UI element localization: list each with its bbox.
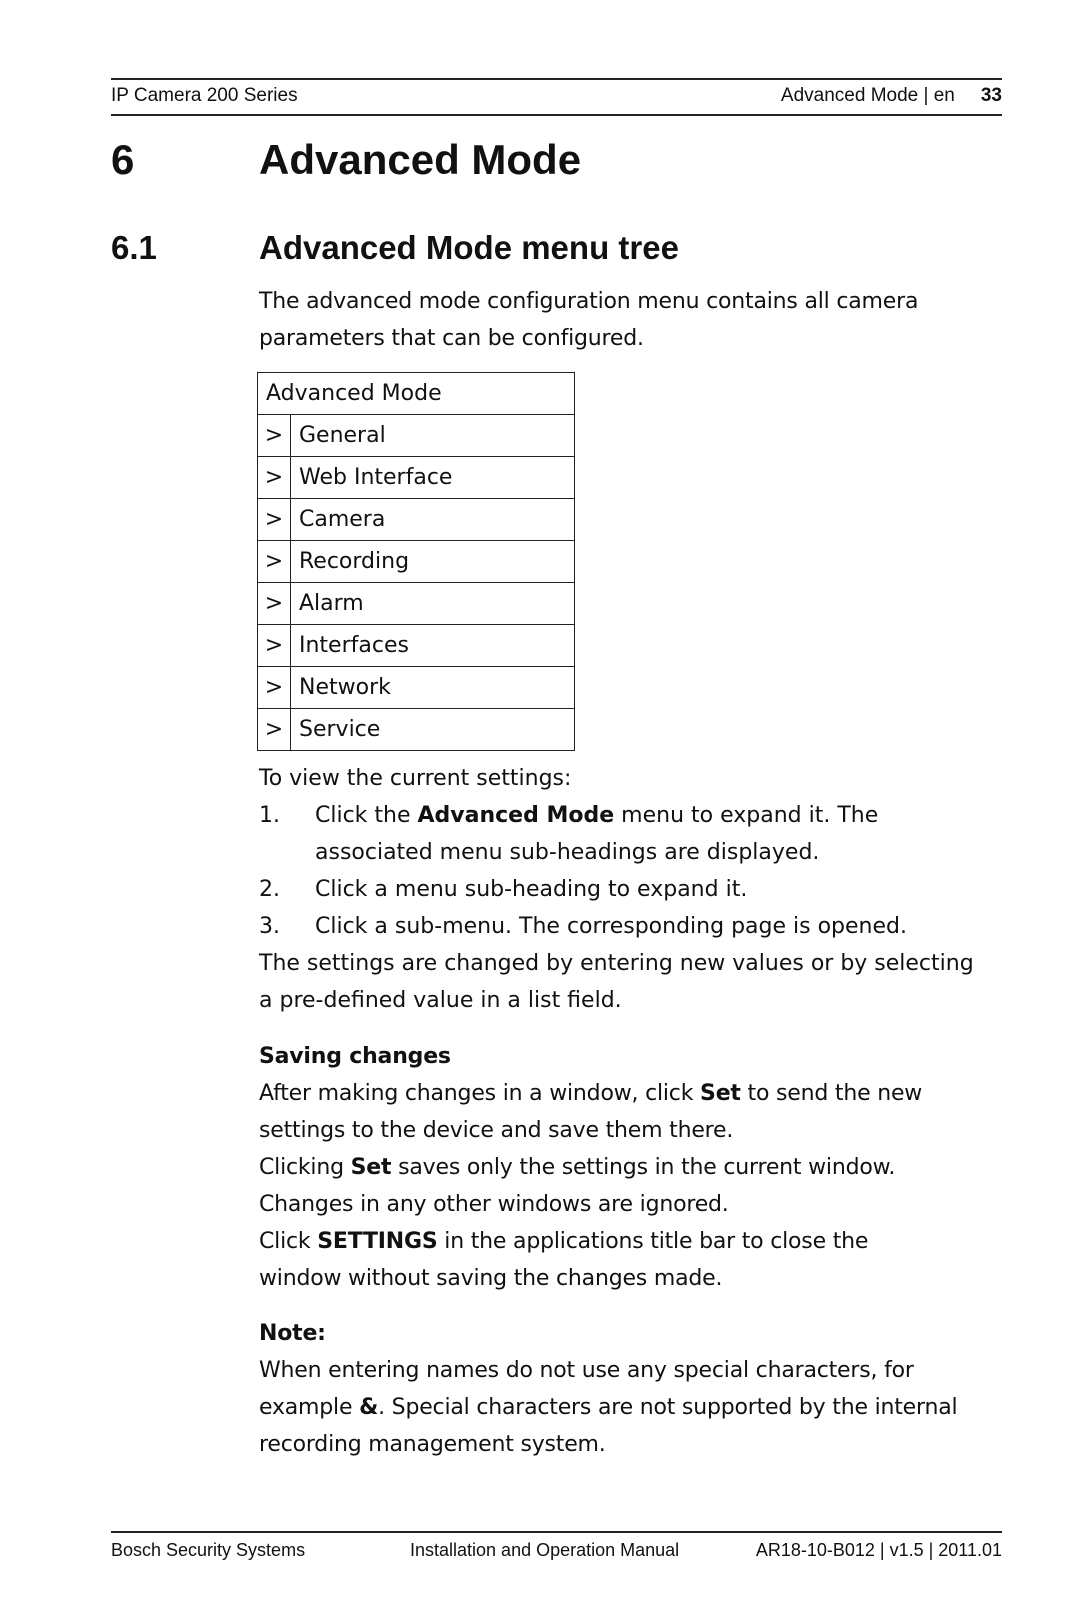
settings-change-line: The settings are changed by entering new… (259, 951, 974, 976)
ampersand-term: & (359, 1395, 379, 1420)
step-text: Click a sub-menu. The corresponding page… (315, 914, 907, 939)
view-settings-section: To view the current settings: 1. Click t… (259, 760, 1019, 1019)
step-item: 1. Click the Advanced Mode menu to expan… (259, 797, 1019, 871)
saving-text: Clicking (259, 1155, 351, 1180)
chapter-title: Advanced Mode (259, 136, 582, 183)
menu-tree-root: Advanced Mode (257, 372, 575, 415)
footer-doc-id: AR18-10-B012 | v1.5 | 2011.01 (755, 1540, 1002, 1560)
header-top-rule (111, 78, 1002, 80)
menu-tree-item: Interfaces (290, 624, 575, 667)
menu-tree-item: Service (290, 708, 575, 751)
footer-manual: Installation and Operation Manual (410, 1540, 680, 1560)
set-term: Set (700, 1081, 741, 1106)
step-number: 3. (259, 914, 280, 939)
intro-line: parameters that can be configured. (259, 326, 644, 351)
menu-tree-row: > Service (257, 708, 575, 751)
saving-line: settings to the device and save them the… (259, 1118, 734, 1143)
step-text: Click a menu sub-heading to expand it. (315, 877, 748, 902)
menu-tree-item: Camera (290, 498, 575, 541)
footer-rule (111, 1531, 1002, 1533)
page-header: IP Camera 200 Series Advanced Mode | en 3… (111, 81, 1002, 111)
intro-line: The advanced mode configuration menu con… (259, 289, 919, 314)
step-number: 1. (259, 803, 280, 828)
settings-term: SETTINGS (317, 1229, 438, 1254)
step-item: 3. Click a sub-menu. The corresponding p… (259, 908, 1019, 945)
saving-line: Changes in any other windows are ignored… (259, 1192, 729, 1217)
chevron-right-icon: > (257, 456, 291, 499)
settings-change-line: a pre-defined value in a list field. (259, 988, 622, 1013)
step-text: Click the (315, 803, 418, 828)
note-text: . Special characters are not supported b… (378, 1395, 958, 1420)
step-bold-term: Advanced Mode (417, 803, 615, 828)
saving-line: Click SETTINGS in the applications title… (259, 1223, 1019, 1260)
chevron-right-icon: > (257, 666, 291, 709)
header-right: Advanced Mode | en 33 (781, 81, 1002, 111)
saving-line: window without saving the changes made. (259, 1266, 723, 1291)
saving-text: After making changes in a window, click (259, 1081, 701, 1106)
saving-changes-heading: Saving changes (259, 1044, 451, 1069)
header-product: IP Camera 200 Series (111, 85, 298, 106)
menu-tree-item: Alarm (290, 582, 575, 625)
chevron-right-icon: > (257, 498, 291, 541)
menu-tree-row: > Recording (257, 540, 575, 583)
menu-tree-root-row: Advanced Mode (257, 372, 575, 415)
menu-tree-item: General (290, 414, 575, 457)
menu-tree-item: Recording (290, 540, 575, 583)
step-text: menu to expand it. The (614, 803, 879, 828)
header-bottom-rule (111, 114, 1002, 116)
menu-tree-row: > Camera (257, 498, 575, 541)
saving-text: in the applications title bar to close t… (437, 1229, 869, 1254)
note-text: example (259, 1395, 360, 1420)
intro-paragraph: The advanced mode configuration menu con… (259, 283, 1019, 357)
saving-line: Clicking Set saves only the settings in … (259, 1149, 1019, 1186)
step-item: 2. Click a menu sub-heading to expand it… (259, 871, 1019, 908)
menu-tree-item: Web Interface (290, 456, 575, 499)
menu-tree-row: > General (257, 414, 575, 457)
page-number: 33 (980, 85, 1002, 106)
menu-tree-row: > Network (257, 666, 575, 709)
saving-text: to send the new (740, 1081, 923, 1106)
section-title: Advanced Mode menu tree (259, 229, 679, 266)
chevron-right-icon: > (257, 624, 291, 667)
set-term: Set (350, 1155, 392, 1180)
section-number: 6.1 (111, 229, 157, 266)
saving-text: Click (259, 1229, 318, 1254)
menu-tree-table: Advanced Mode > General > Web Interface > C… (257, 372, 575, 751)
chevron-right-icon: > (257, 540, 291, 583)
note-line: example &. Special characters are not su… (259, 1389, 1019, 1426)
header-section: Advanced Mode | en (780, 85, 955, 106)
chevron-right-icon: > (257, 414, 291, 457)
step-text: associated menu sub-headings are display… (315, 840, 820, 865)
menu-tree-row: > Interfaces (257, 624, 575, 667)
menu-tree-row: > Web Interface (257, 456, 575, 499)
chevron-right-icon: > (257, 708, 291, 751)
menu-tree-row: > Alarm (257, 582, 575, 625)
step-number: 2. (259, 877, 280, 902)
note-section: Note: When entering names do not use any… (259, 1315, 1019, 1463)
note-heading: Note: (259, 1321, 326, 1346)
saving-text: saves only the settings in the current w… (391, 1155, 896, 1180)
note-line: When entering names do not use any speci… (259, 1358, 914, 1383)
footer-company: Bosch Security Systems (111, 1540, 306, 1560)
chapter-number: 6 (111, 136, 135, 183)
saving-changes-section: Saving changes After making changes in a… (259, 1038, 1019, 1297)
view-settings-lead: To view the current settings: (259, 766, 572, 791)
saving-line: After making changes in a window, click … (259, 1075, 1019, 1112)
note-line: recording management system. (259, 1432, 606, 1457)
menu-tree-item: Network (290, 666, 575, 709)
chevron-right-icon: > (257, 582, 291, 625)
